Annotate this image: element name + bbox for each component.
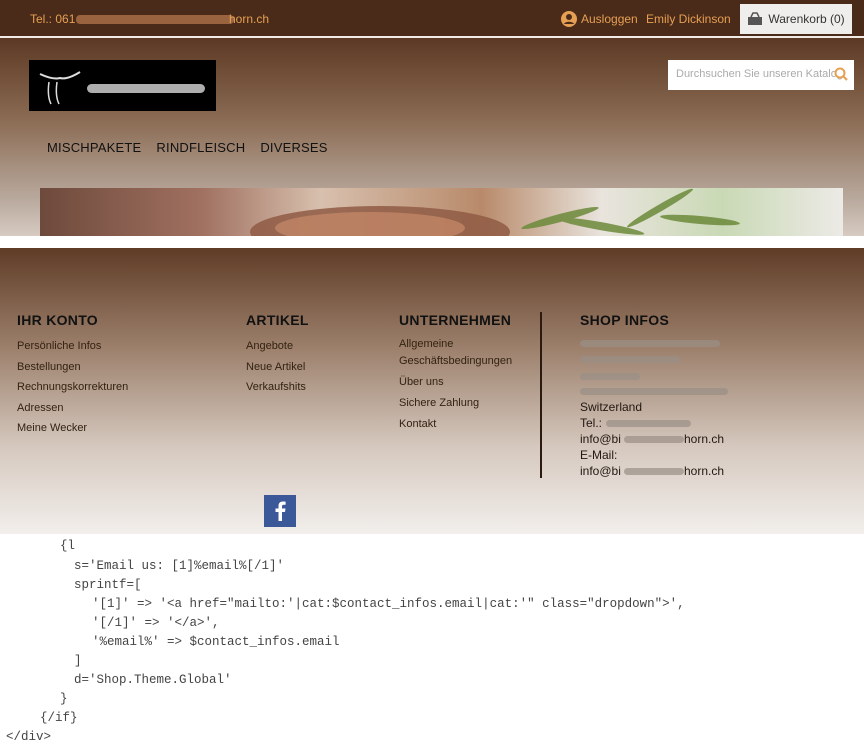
link-bestsellers[interactable]: Verkaufshits: [246, 377, 309, 398]
footer-company-column: UNTERNEHMEN Allgemeine Geschäftsbedingun…: [399, 312, 524, 437]
redacted-email: [624, 468, 684, 475]
footer-shop-info-column: SHOP INFOS: [580, 312, 669, 336]
link-credit-slips[interactable]: Rechnungskorrekturen: [17, 377, 128, 398]
code-snippet: {l s='Email us: [1]%email%[/1]' sprintf=…: [0, 534, 864, 750]
nav-item-rindfleisch[interactable]: RINDFLEISCH: [156, 140, 245, 155]
link-addresses[interactable]: Adressen: [17, 398, 128, 419]
code-line: '[1]' => '<a href="mailto:'|cat:$contact…: [92, 597, 685, 611]
shop-email-suffix[interactable]: horn.ch: [684, 463, 724, 479]
code-line: {/if}: [40, 711, 78, 725]
code-line: '%email%' => $contact_infos.email: [92, 635, 340, 649]
phone-suffix: horn.ch: [229, 12, 270, 26]
shop-email-prefix[interactable]: info@bi: [580, 463, 621, 479]
company-heading: UNTERNEHMEN: [399, 312, 512, 328]
articles-heading: ARTIKEL: [246, 312, 309, 328]
main-navigation: MISCHPAKETE RINDFLEISCH DIVERSES: [47, 140, 328, 155]
link-personal-info[interactable]: Persönliche Infos: [17, 336, 128, 357]
link-contact[interactable]: Kontakt: [399, 416, 524, 433]
shop-logo[interactable]: [29, 60, 216, 111]
redacted-address-line: [580, 340, 720, 347]
redacted-address-line: [580, 373, 640, 380]
redacted-tel: [606, 420, 691, 427]
phone-prefix: Tel.: 061: [30, 12, 76, 26]
account-heading: IHR KONTO: [17, 312, 98, 328]
link-orders[interactable]: Bestellungen: [17, 357, 128, 378]
shop-email-prefix[interactable]: info@bi: [580, 431, 621, 447]
shop-info-heading: SHOP INFOS: [580, 312, 670, 328]
code-line: d='Shop.Theme.Global': [74, 673, 232, 687]
link-about[interactable]: Über uns: [399, 374, 524, 391]
link-secure-payment[interactable]: Sichere Zahlung: [399, 395, 524, 412]
search-placeholder: Durchsuchen Sie unseren Katalog: [676, 68, 843, 80]
search-icon[interactable]: [834, 67, 848, 84]
code-line: '[/1]' => '</a>',: [92, 616, 220, 630]
link-terms[interactable]: Allgemeine Geschäftsbedingungen: [399, 336, 524, 370]
link-alerts[interactable]: Meine Wecker: [17, 418, 128, 439]
top-bar: Tel.: 061 horn.ch Ausloggen Emily Dickin…: [0, 0, 864, 38]
user-name-link[interactable]: Emily Dickinson: [646, 12, 731, 26]
shop-country: Switzerland: [580, 400, 643, 414]
code-line: ]: [74, 654, 82, 668]
code-line: </div>: [6, 730, 52, 744]
search-input[interactable]: Durchsuchen Sie unseren Katalog: [668, 60, 854, 90]
shopping-bag-icon: [748, 12, 763, 25]
redacted-phone: [76, 15, 234, 24]
nav-item-mischpakete[interactable]: MISCHPAKETE: [47, 140, 141, 155]
code-line: }: [60, 692, 68, 706]
logout-link[interactable]: Ausloggen: [561, 11, 638, 27]
nav-item-diverses[interactable]: DIVERSES: [260, 140, 327, 155]
shop-tel-label: Tel.:: [580, 416, 603, 430]
code-line: {l: [60, 539, 76, 553]
redacted-address-line: [580, 388, 728, 395]
link-new-products[interactable]: Neue Artikel: [246, 357, 309, 378]
facebook-icon[interactable]: [264, 495, 296, 527]
redacted-address-line: [580, 356, 680, 363]
cart-label: Warenkorb (0): [768, 12, 845, 26]
code-line: sprintf=[: [74, 578, 142, 592]
shop-email-suffix[interactable]: horn.ch: [684, 431, 724, 447]
redacted-email: [624, 436, 684, 443]
bull-logo-icon: [39, 71, 81, 105]
section-divider: [0, 236, 864, 248]
link-offers[interactable]: Angebote: [246, 336, 309, 357]
logout-label: Ausloggen: [581, 12, 638, 26]
cart-button[interactable]: Warenkorb (0): [740, 4, 852, 34]
redacted-logo-text: [87, 84, 205, 93]
column-separator: [540, 312, 542, 478]
footer-account-column: IHR KONTO Persönliche Infos Bestellungen…: [17, 312, 128, 439]
user-icon: [561, 11, 577, 27]
footer-articles-column: ARTIKEL Angebote Neue Artikel Verkaufshi…: [246, 312, 309, 398]
hero-banner-image: [40, 188, 843, 236]
code-line: s='Email us: [1]%email%[/1]': [74, 559, 285, 573]
shop-email-label: E-Mail:: [580, 448, 618, 462]
